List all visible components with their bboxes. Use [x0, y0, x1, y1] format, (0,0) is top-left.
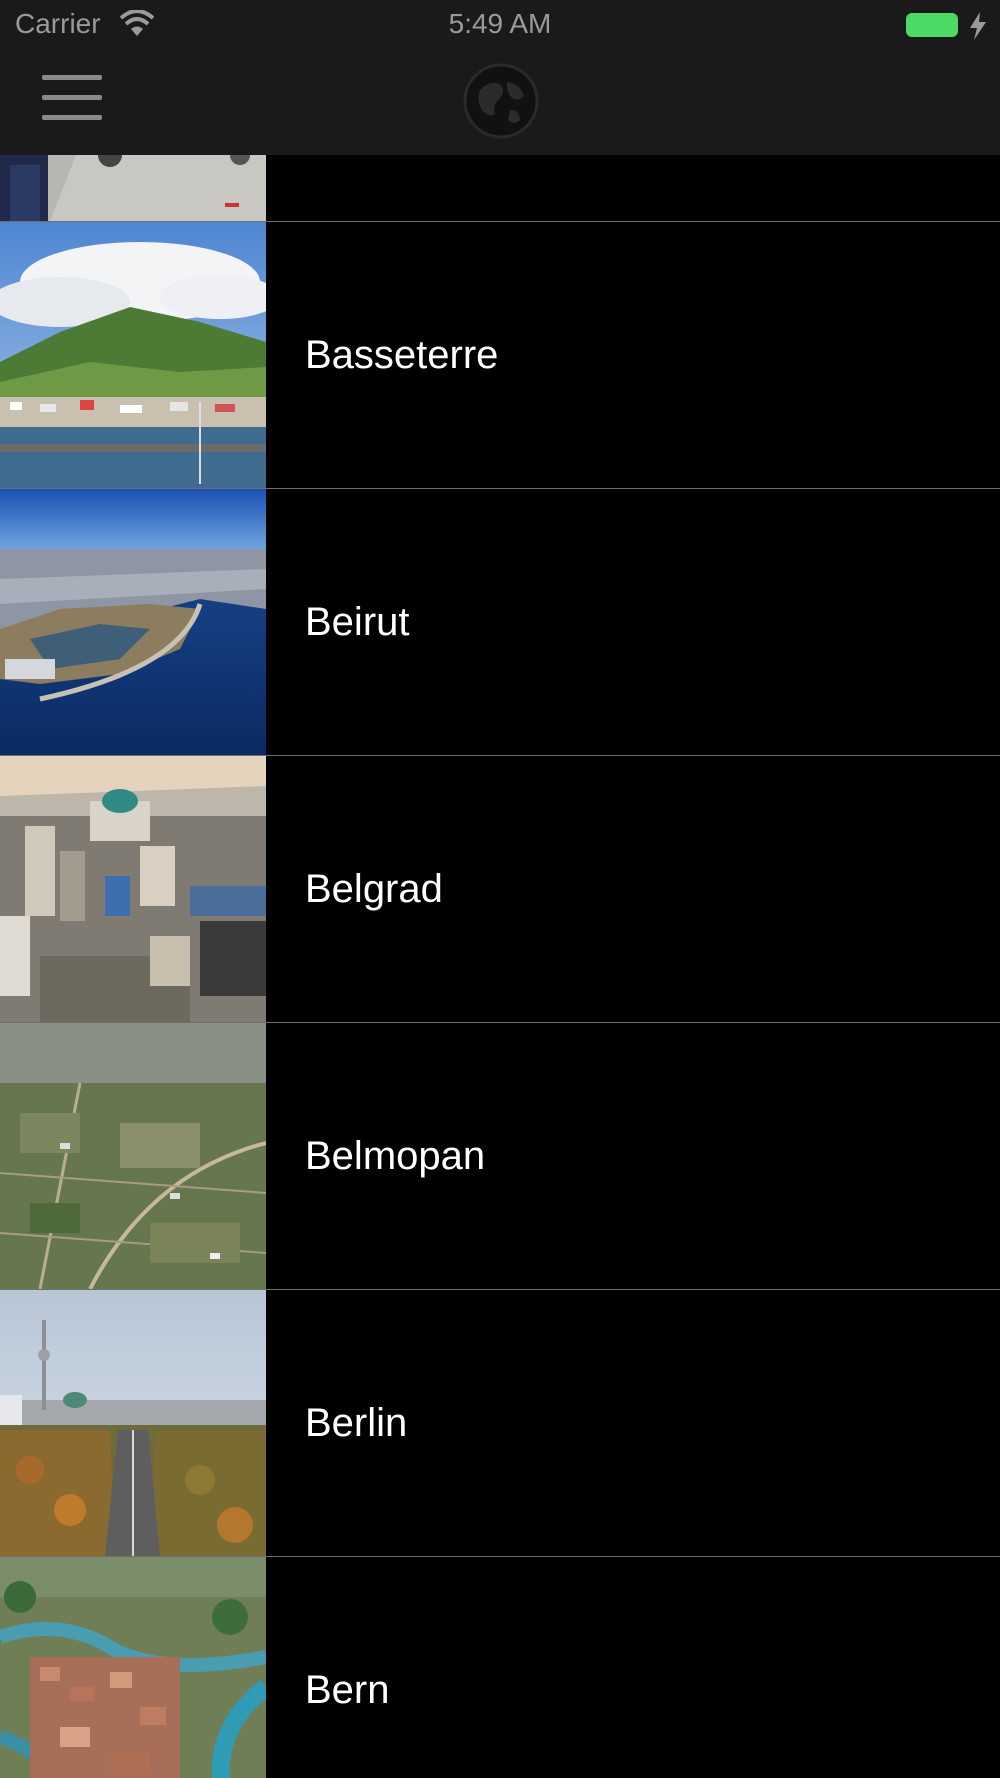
charging-bolt-icon [970, 12, 986, 40]
city-name: Basseterre [305, 333, 499, 377]
city-list[interactable]: Basseterre Beirut Belgrad Belmopan Berli… [0, 0, 1000, 1778]
city-row-bern[interactable]: Bern [0, 1557, 1000, 1778]
hamburger-menu-icon[interactable] [42, 75, 108, 125]
city-row-basseterre[interactable]: Basseterre [0, 222, 1000, 489]
city-thumbnail [0, 489, 266, 755]
city-name: Belmopan [305, 1134, 486, 1178]
city-name: Bern [305, 1668, 390, 1712]
battery-icon [906, 13, 958, 37]
city-thumbnail [0, 1023, 266, 1289]
city-row-berlin[interactable]: Berlin [0, 1290, 1000, 1557]
globe-icon [463, 63, 539, 139]
city-thumbnail [0, 1557, 266, 1778]
city-row-belgrad[interactable]: Belgrad [0, 756, 1000, 1023]
top-bar: Carrier 5:49 AM [0, 0, 1000, 155]
city-name: Belgrad [305, 867, 443, 911]
city-row-belmopan[interactable]: Belmopan [0, 1023, 1000, 1290]
status-time: 5:49 AM [448, 8, 552, 39]
status-bar: Carrier 5:49 AM [0, 0, 1000, 50]
city-name: Beirut [305, 600, 410, 644]
city-row-beirut[interactable]: Beirut [0, 489, 1000, 756]
city-name: Berlin [305, 1401, 408, 1445]
city-thumbnail [0, 756, 266, 1022]
city-list-screen: Basseterre Beirut Belgrad Belmopan Berli… [0, 0, 1000, 1778]
city-thumbnail [0, 222, 266, 488]
navigation-bar [0, 50, 1000, 155]
city-thumbnail [0, 1290, 266, 1556]
